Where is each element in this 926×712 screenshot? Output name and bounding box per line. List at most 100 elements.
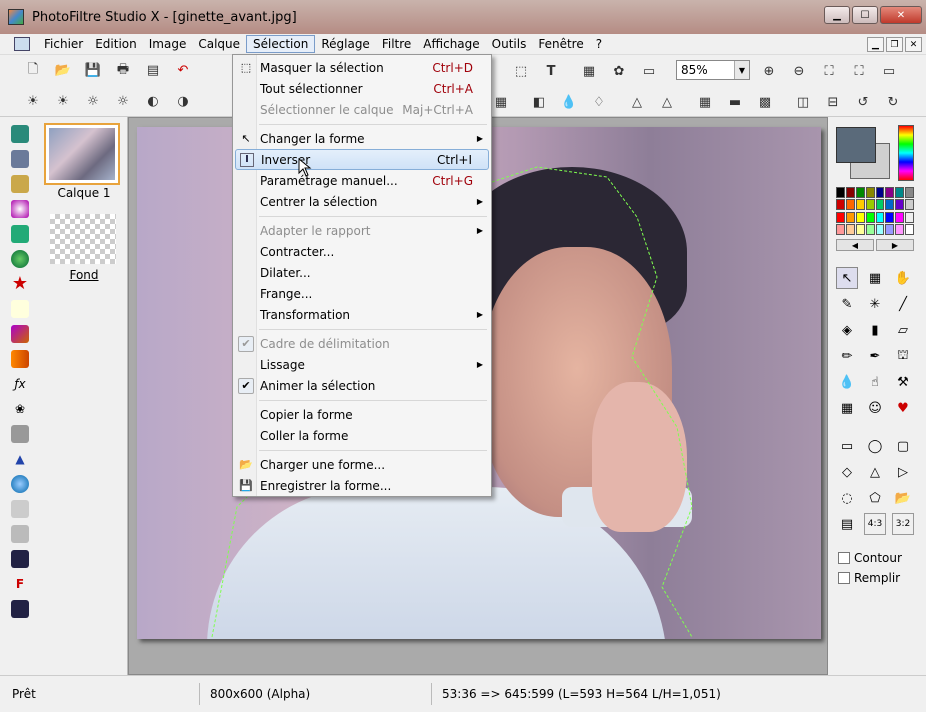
menu-fenetre[interactable]: Fenêtre	[532, 36, 589, 52]
brightness-plus-icon[interactable]: ☼	[112, 90, 134, 112]
save-icon[interactable]: 💾	[82, 60, 104, 82]
contrast-minus-icon[interactable]: ◐	[142, 90, 164, 112]
gradient-icon[interactable]: ▬	[724, 91, 746, 113]
background-thumbnail[interactable]	[50, 214, 116, 264]
menu-image[interactable]: Image	[143, 36, 193, 52]
smudge-icon[interactable]: ☝	[864, 371, 886, 393]
drop-icon[interactable]: 💧	[558, 91, 580, 113]
circle-icon[interactable]	[11, 475, 29, 493]
doc-minimize-button[interactable]: ▁	[867, 37, 884, 52]
open-shape-icon[interactable]: 📂	[892, 487, 914, 509]
calculator-icon[interactable]	[11, 125, 29, 143]
menu-reglage[interactable]: Réglage	[315, 36, 376, 52]
hand-tool-icon[interactable]: ✋	[892, 267, 914, 289]
layer-icon[interactable]: ▦	[578, 60, 600, 82]
window-icon[interactable]: ▭	[638, 60, 660, 82]
rectangle-shape-icon[interactable]: ▭	[836, 435, 858, 457]
stamp-icon[interactable]	[11, 225, 29, 243]
deform-icon[interactable]: ▦	[836, 397, 858, 419]
open-folder-icon[interactable]: 📂	[52, 60, 74, 82]
pointer-tool-icon[interactable]: ↖	[836, 267, 858, 289]
fit-window-icon[interactable]: ⛶	[818, 60, 840, 82]
undo-icon[interactable]: ↶	[172, 60, 194, 82]
contrast-plus-icon[interactable]: ◑	[172, 90, 194, 112]
drop-outline-icon[interactable]: ♢	[588, 91, 610, 113]
script-icon[interactable]: F	[11, 575, 29, 593]
zoom-out-icon[interactable]: ⊖	[788, 60, 810, 82]
triangle-icon[interactable]: △	[626, 91, 648, 113]
save-html-icon[interactable]	[11, 600, 29, 618]
ratio-32-button[interactable]: 3:2	[892, 513, 914, 535]
color-palette[interactable]	[836, 187, 914, 235]
magic-wand-icon[interactable]: ✳	[864, 293, 886, 315]
minimize-button[interactable]: ▁	[824, 6, 850, 24]
eraser-icon[interactable]: ▱	[892, 319, 914, 341]
auto-levels-icon[interactable]: ☀	[22, 90, 44, 112]
menu-item-copier-forme[interactable]: Copier la forme	[235, 404, 489, 425]
eyedropper-icon[interactable]: ✎	[836, 293, 858, 315]
brightness-minus-icon[interactable]: ☼	[82, 90, 104, 112]
plugin-icon[interactable]: ✿	[608, 60, 630, 82]
maximize-button[interactable]: ☐	[852, 6, 878, 24]
brush-icon[interactable]: ✏	[836, 345, 858, 367]
close-button[interactable]: ✕	[880, 6, 922, 24]
layer1-label[interactable]: Calque 1	[40, 186, 128, 200]
menu-calque[interactable]: Calque	[192, 36, 246, 52]
stamp-tool-icon[interactable]: ⛫	[892, 345, 914, 367]
triangle-outline-icon[interactable]: △	[656, 91, 678, 113]
auto-contrast-icon[interactable]: ☀	[52, 90, 74, 112]
document-icon[interactable]	[14, 37, 30, 51]
rgb-icon[interactable]: ▦	[694, 91, 716, 113]
histogram-icon[interactable]: ▲	[11, 450, 29, 468]
fill-bucket-icon[interactable]: ◈	[836, 319, 858, 341]
zoom-in-icon[interactable]: ⊕	[758, 60, 780, 82]
menu-item-inverser[interactable]: I Inverser Ctrl+I	[235, 149, 489, 170]
menu-outils[interactable]: Outils	[486, 36, 533, 52]
arrow-shape-icon[interactable]: ▷	[892, 461, 914, 483]
globe-icon[interactable]	[11, 250, 29, 268]
save-2000-icon[interactable]	[11, 550, 29, 568]
rotate-left-icon[interactable]: ↺	[852, 91, 874, 113]
scanner-icon[interactable]: ▤	[142, 60, 164, 82]
mosaic-icon[interactable]: ▦	[490, 91, 512, 113]
diamond-shape-icon[interactable]: ◇	[836, 461, 858, 483]
lasso-select-icon[interactable]: ⬚	[510, 60, 532, 82]
flip-horizontal-icon[interactable]: ◫	[792, 91, 814, 113]
rounded-rect-shape-icon[interactable]: ▢	[892, 435, 914, 457]
equal-ratio-icon[interactable]: ▤	[836, 513, 858, 535]
menu-item-transformation[interactable]: Transformation ▶	[235, 304, 489, 325]
menu-item-tout-selectionner[interactable]: Tout sélectionner Ctrl+A	[235, 78, 489, 99]
chevron-down-icon[interactable]: ▼	[734, 61, 749, 79]
ellipse-shape-icon[interactable]: ◯	[864, 435, 886, 457]
print-icon[interactable]: 🖶	[112, 60, 134, 82]
background-label[interactable]: Fond	[40, 268, 128, 282]
star-icon[interactable]: ★	[11, 275, 29, 293]
menu-affichage[interactable]: Affichage	[417, 36, 485, 52]
foreground-color-swatch[interactable]	[836, 127, 876, 163]
remplir-checkbox[interactable]: Remplir	[838, 571, 900, 585]
menu-item-charger-forme[interactable]: 📂 Charger une forme...	[235, 454, 489, 475]
doc-restore-button[interactable]: ❐	[886, 37, 903, 52]
actual-size-icon[interactable]: ⛶	[848, 60, 870, 82]
blur-drop-icon[interactable]: 💧	[836, 371, 858, 393]
triangle-shape-icon[interactable]: △	[864, 461, 886, 483]
ratio-43-button[interactable]: 4:3	[864, 513, 886, 535]
orange-fill-icon[interactable]	[11, 350, 29, 368]
text-tool-icon[interactable]: T	[540, 60, 562, 82]
menu-item-animer[interactable]: ✔ Animer la sélection	[235, 375, 489, 396]
menu-item-frange[interactable]: Frange...	[235, 283, 489, 304]
lasso-shape-icon[interactable]: ◌	[836, 487, 858, 509]
palette-prev-button[interactable]: ◀	[836, 239, 874, 251]
sphere-icon[interactable]	[11, 200, 29, 218]
copy-icon[interactable]	[11, 500, 29, 518]
zoom-select[interactable]: 85% ▼	[676, 60, 750, 80]
monitor-icon[interactable]	[11, 175, 29, 193]
flip-vertical-icon[interactable]: ⊟	[822, 91, 844, 113]
new-file-icon[interactable]: 🗋	[22, 60, 44, 82]
layer1-thumbnail[interactable]	[44, 123, 120, 185]
menu-item-coller-forme[interactable]: Coller la forme	[235, 425, 489, 446]
cluster-icon[interactable]: ❀	[11, 400, 29, 418]
menu-item-contracter[interactable]: Contracter...	[235, 241, 489, 262]
menu-filtre[interactable]: Filtre	[376, 36, 417, 52]
advanced-brush-icon[interactable]: ✒	[864, 345, 886, 367]
